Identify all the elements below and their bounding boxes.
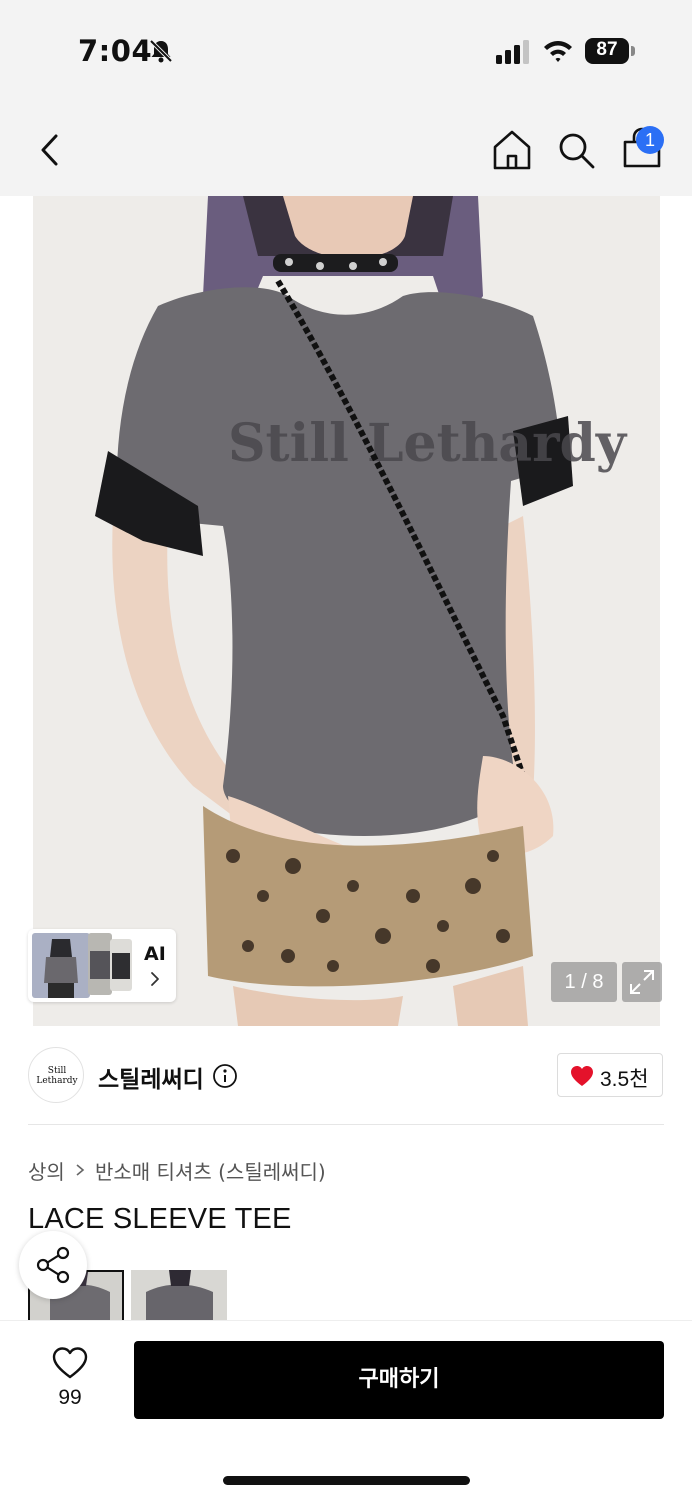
back-chevron-icon[interactable] bbox=[34, 130, 68, 170]
wifi-icon bbox=[544, 41, 572, 62]
buy-button[interactable]: 구매하기 bbox=[134, 1341, 664, 1419]
ai-similar-card[interactable]: AI bbox=[28, 929, 176, 1002]
divider bbox=[28, 1124, 664, 1125]
breadcrumb-item-subcategory[interactable]: 반소매 티셔츠 (스틸레써디) bbox=[95, 1156, 326, 1185]
cart-badge: 1 bbox=[636, 126, 664, 154]
search-icon[interactable] bbox=[556, 130, 596, 170]
ai-thumb-3 bbox=[110, 939, 132, 991]
breadcrumb-item-category[interactable]: 상의 bbox=[28, 1156, 65, 1185]
battery-icon: 87 bbox=[585, 38, 635, 64]
signal-icon bbox=[496, 40, 529, 64]
variant-thumb-2-image bbox=[131, 1270, 227, 1322]
ai-thumb-2 bbox=[88, 933, 112, 995]
image-counter: 1 / 8 bbox=[551, 962, 617, 1002]
brand-like-button[interactable]: 3.5천 bbox=[557, 1053, 663, 1097]
heart-filled-icon bbox=[571, 1066, 593, 1086]
heart-outline-icon[interactable] bbox=[52, 1346, 88, 1380]
share-button[interactable] bbox=[19, 1231, 87, 1299]
product-photo: Still Lethardy bbox=[33, 196, 660, 1026]
brand-logo[interactable]: Still Lethardy bbox=[28, 1047, 84, 1103]
battery-level: 87 bbox=[596, 39, 618, 60]
bell-slash-icon bbox=[149, 39, 173, 63]
share-icon bbox=[36, 1246, 70, 1284]
wishlist-count: 99 bbox=[58, 1386, 82, 1409]
home-icon[interactable] bbox=[492, 128, 532, 172]
top-area: 7:04 87 1 bbox=[0, 0, 692, 196]
variant-thumb-2[interactable] bbox=[131, 1270, 227, 1322]
home-indicator[interactable] bbox=[223, 1476, 470, 1485]
breadcrumb-chevron-icon bbox=[76, 1164, 85, 1176]
brand-logo-text: Still Lethardy bbox=[36, 1066, 78, 1086]
ai-label: AI bbox=[144, 943, 166, 965]
product-image[interactable]: Still Lethardy bbox=[33, 196, 660, 1026]
expand-icon[interactable] bbox=[622, 962, 662, 1002]
chevron-right-icon bbox=[151, 972, 159, 986]
info-icon[interactable] bbox=[212, 1063, 238, 1089]
tee-print-text: Still Lethardy bbox=[228, 413, 628, 474]
brand-like-count: 3.5천 bbox=[600, 1068, 649, 1091]
battery-cap bbox=[631, 46, 635, 56]
brand-name[interactable]: 스틸레써디 bbox=[98, 1060, 204, 1094]
status-time: 7:04 bbox=[78, 34, 153, 68]
ai-thumb-1 bbox=[32, 933, 90, 998]
